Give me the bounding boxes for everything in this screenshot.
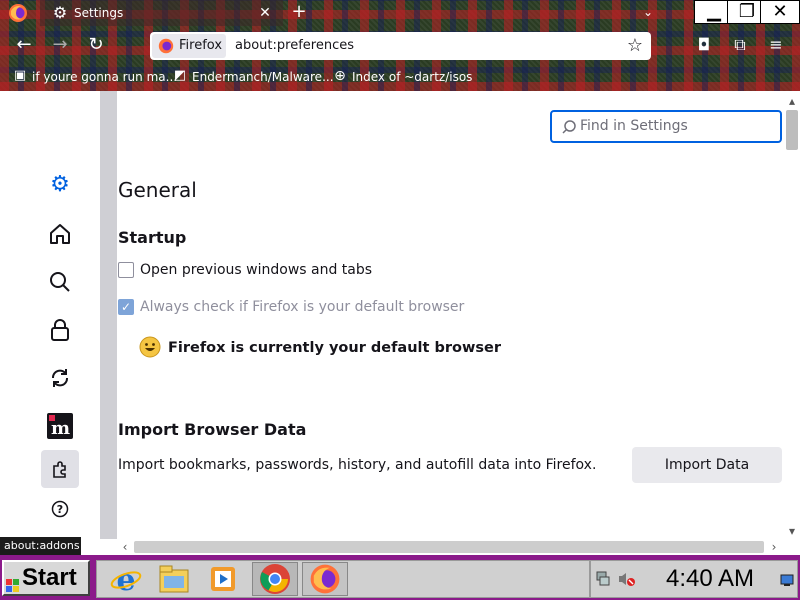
pocket-icon[interactable]: ◘ [694,37,714,53]
firefox-icon[interactable] [309,563,341,595]
bookmark-item[interactable]: Index of ~dartz/isos [352,69,472,85]
import-data-button[interactable]: Import Data [632,447,782,483]
hamburger-menu-icon[interactable]: ≡ [766,37,786,53]
scroll-left-icon[interactable]: ‹ [118,540,132,554]
help-icon[interactable]: ? [51,500,69,518]
globe-icon: ⊕ [334,68,346,84]
open-previous-checkbox[interactable] [118,262,134,278]
vertical-scroll-thumb[interactable] [786,110,798,150]
page-title: General [118,178,197,202]
gear-icon: ⚙ [52,3,68,22]
svg-text:m: m [51,418,70,439]
internet-explorer-icon[interactable]: e [110,563,142,598]
start-label: Start [22,564,77,591]
startup-heading: Startup [118,228,187,247]
search-icon[interactable] [47,269,73,295]
always-check-label[interactable]: Always check if Firefox is your default … [140,299,464,315]
sidebar-divider [100,91,117,539]
new-tab-button[interactable]: + [290,3,308,21]
start-button[interactable]: Start [2,560,90,596]
svg-text:?: ? [57,503,63,516]
search-icon [561,119,577,135]
puzzle-icon[interactable] [50,459,70,479]
clock[interactable]: 4:40 AM [645,562,775,596]
firefox-menu-icon[interactable] [8,3,28,23]
file-explorer-icon[interactable] [158,564,190,594]
default-browser-status: Firefox is currently your default browse… [168,340,501,356]
smiley-icon [139,336,161,358]
tab-title: Settings [74,6,124,20]
scroll-up-icon[interactable]: ▴ [785,94,799,108]
firefox-icon [158,38,174,54]
horizontal-scroll-thumb[interactable] [134,541,764,553]
scroll-right-icon[interactable]: › [767,540,781,554]
identity-label: Firefox [179,38,223,53]
media-player-icon[interactable] [208,564,238,594]
show-desktop-icon[interactable] [780,572,794,586]
status-tooltip: about:addons [0,537,81,555]
extensions-icon[interactable]: ⧉ [730,37,750,53]
bookmark-file-icon: ▣ [13,68,27,83]
bookmark-star-icon[interactable]: ☆ [625,36,645,56]
close-window-button[interactable]: ✕ [760,0,800,24]
network-icon[interactable] [596,571,610,587]
always-check-checkbox[interactable]: ✓ [118,299,134,315]
bookmark-item[interactable]: Endermanch/Malware... [192,69,334,85]
gear-icon[interactable]: ⚙ [47,172,73,198]
bookmark-item[interactable]: if youre gonna run ma... [32,69,177,85]
svg-text:e: e [116,563,135,595]
back-icon[interactable]: ← [14,36,34,54]
forward-icon[interactable]: → [50,36,70,54]
close-tab-icon[interactable]: ✕ [257,5,273,21]
open-previous-label[interactable]: Open previous windows and tabs [140,262,372,278]
scroll-down-icon[interactable]: ▾ [785,524,799,538]
import-heading: Import Browser Data [118,420,307,439]
github-icon: ◩ [173,68,187,83]
windows-logo-icon [6,570,20,592]
lock-icon[interactable] [47,317,73,343]
mozilla-icon[interactable]: m [47,413,73,439]
reload-icon[interactable]: ↻ [86,36,106,54]
url-input[interactable]: about:preferences [235,34,354,58]
search-placeholder: Find in Settings [580,118,688,134]
volume-muted-icon[interactable] [618,571,636,587]
import-description: Import bookmarks, passwords, history, an… [118,457,597,473]
vertical-scrollbar[interactable] [783,91,800,539]
chrome-icon[interactable] [259,563,291,595]
list-all-tabs-icon[interactable]: ⌄ [640,4,656,20]
sync-icon[interactable] [47,365,73,391]
home-icon[interactable] [47,221,73,247]
